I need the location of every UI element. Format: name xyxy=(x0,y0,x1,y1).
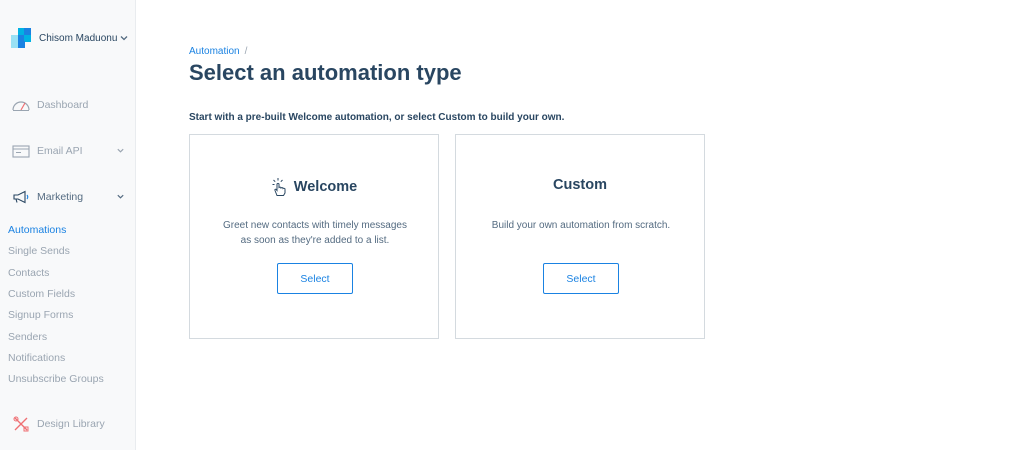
nav-dashboard-label: Dashboard xyxy=(37,99,89,111)
account-switcher[interactable]: Chisom Maduonu xyxy=(11,28,131,48)
custom-card-description: Build your own automation from scratch. xyxy=(466,218,696,233)
custom-card-title: Custom xyxy=(553,177,607,193)
nav-dashboard[interactable]: Dashboard xyxy=(11,95,131,115)
design-tools-icon xyxy=(11,416,31,432)
sidebar-item-single-sends[interactable]: Single Sends xyxy=(8,244,70,258)
nav-email-api[interactable]: Email API xyxy=(11,141,131,161)
sidebar-item-contacts[interactable]: Contacts xyxy=(8,266,49,280)
nav-design-library[interactable]: Design Library xyxy=(11,414,131,434)
sidebar-item-custom-fields[interactable]: Custom Fields xyxy=(8,287,75,301)
chevron-down-icon xyxy=(117,148,124,153)
custom-card-header: Custom xyxy=(456,177,704,193)
page-intro: Start with a pre-built Welcome automatio… xyxy=(189,112,565,123)
nav-marketing[interactable]: Marketing xyxy=(11,187,131,207)
custom-card-desc-line1: Build your own automation from scratch. xyxy=(491,220,671,231)
account-name: Chisom Maduonu xyxy=(39,32,117,44)
welcome-card-desc-line1: Greet new contacts with timely messages xyxy=(223,220,407,231)
sidebar-item-senders[interactable]: Senders xyxy=(8,330,47,344)
nav-design-library-label: Design Library xyxy=(37,418,105,430)
chevron-down-icon xyxy=(117,194,124,199)
sidebar: Chisom Maduonu Dashboard Email API Marke… xyxy=(0,0,136,450)
welcome-card-header: Welcome xyxy=(190,177,438,197)
sidebar-item-automations[interactable]: Automations xyxy=(8,223,66,237)
welcome-card-title: Welcome xyxy=(293,179,358,195)
custom-select-button[interactable]: Select xyxy=(543,263,619,294)
sidebar-item-unsubscribe-groups[interactable]: Unsubscribe Groups xyxy=(8,372,104,386)
welcome-card: Welcome Greet new contacts with timely m… xyxy=(189,134,439,339)
page-title: Select an automation type xyxy=(189,60,462,85)
megaphone-icon xyxy=(11,189,31,205)
breadcrumb: Automation / xyxy=(189,46,247,57)
pointer-hand-icon xyxy=(272,178,286,196)
welcome-card-desc-line2: as soon as they're added to a list. xyxy=(240,235,390,246)
breadcrumb-automation-link[interactable]: Automation xyxy=(189,46,240,57)
speedometer-icon xyxy=(11,97,31,113)
breadcrumb-separator: / xyxy=(244,46,248,57)
chevron-down-icon xyxy=(120,36,128,41)
email-api-icon xyxy=(11,143,31,159)
welcome-select-button[interactable]: Select xyxy=(277,263,353,294)
sendgrid-logo-icon xyxy=(11,28,31,48)
welcome-card-description: Greet new contacts with timely messages … xyxy=(200,218,430,248)
nav-email-api-label: Email API xyxy=(37,145,83,157)
sidebar-item-signup-forms[interactable]: Signup Forms xyxy=(8,308,73,322)
custom-card: Custom Build your own automation from sc… xyxy=(455,134,705,339)
sidebar-item-notifications[interactable]: Notifications xyxy=(8,351,65,365)
nav-marketing-label: Marketing xyxy=(37,191,84,203)
